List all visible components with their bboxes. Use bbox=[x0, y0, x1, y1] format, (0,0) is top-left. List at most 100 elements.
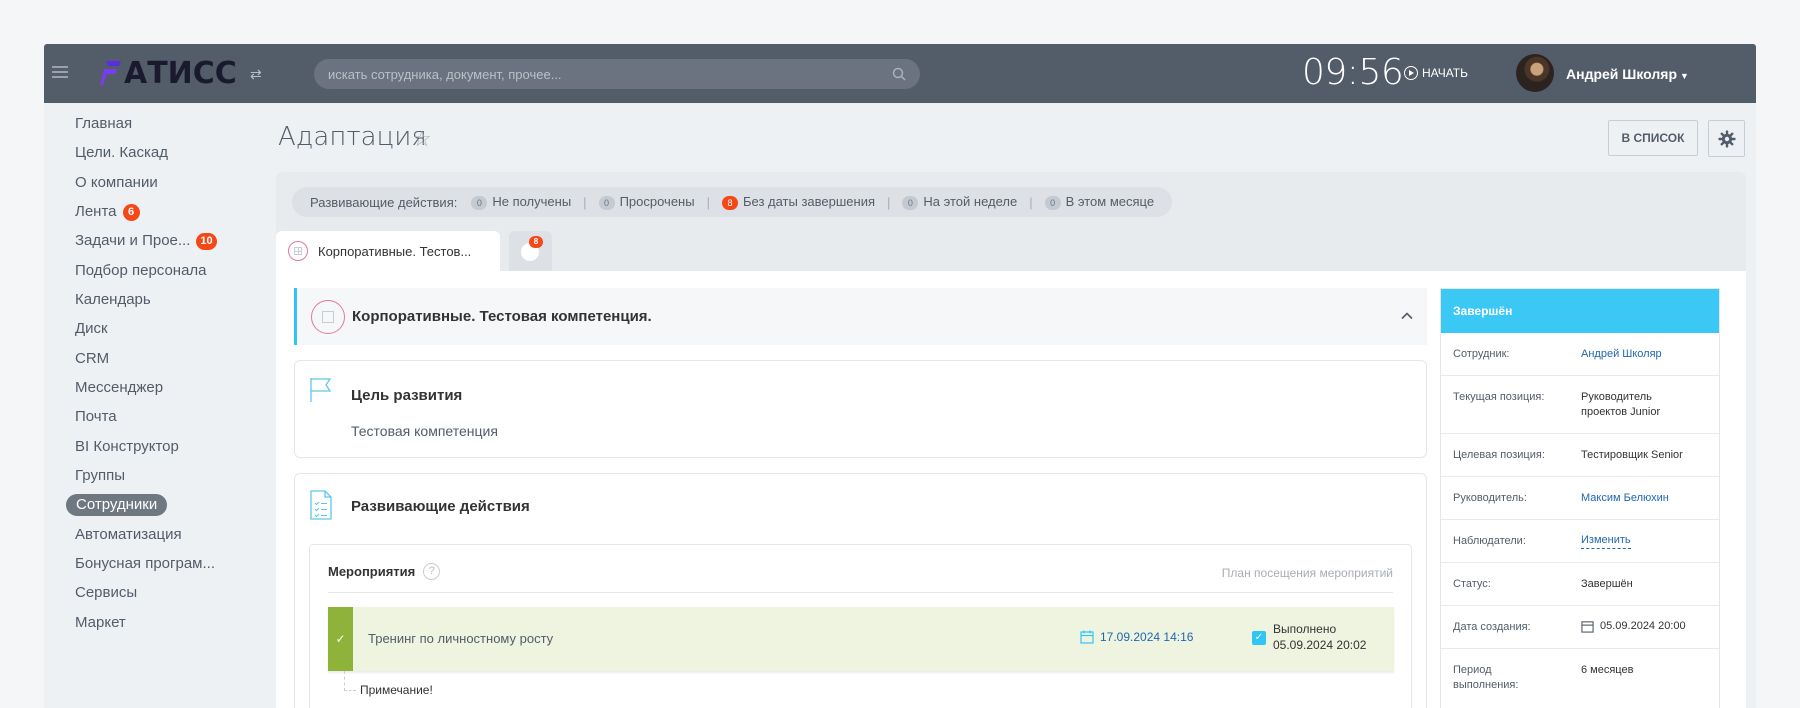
goal-card: Цель развития Тестовая компетенция bbox=[294, 360, 1427, 458]
sidebar-item-label: CRM bbox=[75, 350, 110, 367]
sidebar-item-services[interactable]: Сервисы bbox=[75, 582, 137, 604]
detail-row-period: Период выполнения: 6 месяцев bbox=[1441, 649, 1719, 707]
actions-title: Развивающие действия bbox=[351, 498, 530, 515]
competence-icon bbox=[311, 299, 345, 334]
sidebar-item-goals[interactable]: Цели. Каскад bbox=[75, 142, 168, 164]
sidebar-item-messenger[interactable]: Мессенджер bbox=[75, 377, 163, 399]
sidebar-item-label: Диск bbox=[75, 320, 108, 337]
event-row[interactable]: ✓ Тренинг по личностному росту 17.09.202… bbox=[328, 607, 1394, 671]
filter-not-received[interactable]: 0 Не получены bbox=[471, 194, 571, 210]
sidebar-item-employees[interactable]: Сотрудники bbox=[66, 494, 168, 516]
sidebar-item-label: Подбор персонала bbox=[75, 262, 207, 279]
star-icon[interactable]: ☆ bbox=[412, 126, 432, 152]
detail-label: Текущая позиция: bbox=[1453, 391, 1545, 403]
detail-value-link[interactable]: Андрей Школяр bbox=[1581, 347, 1711, 362]
competence-header[interactable]: Корпоративные. Тестовая компетенция. bbox=[294, 288, 1427, 345]
clock: 09:56 bbox=[1302, 52, 1404, 93]
event-date[interactable]: 17.09.2024 14:16 bbox=[1080, 630, 1193, 644]
search-icon[interactable] bbox=[892, 67, 906, 81]
change-observers-link[interactable]: Изменить bbox=[1581, 533, 1631, 549]
filter-no-due-date[interactable]: 8 Без даты завершения bbox=[721, 194, 876, 210]
tree-connector bbox=[344, 671, 356, 691]
search-input[interactable] bbox=[314, 59, 920, 89]
detail-label: Статус: bbox=[1453, 578, 1491, 590]
user-menu[interactable]: Андрей Школяр ▼ bbox=[1566, 66, 1689, 82]
filter-item-label: В этом месяце bbox=[1065, 194, 1155, 209]
detail-row-status: Статус: Завершён bbox=[1441, 563, 1719, 606]
divider: | bbox=[583, 194, 587, 210]
filter-count: 0 bbox=[471, 196, 488, 210]
sidebar-item-label: Маркет bbox=[75, 614, 126, 631]
sidebar-item-about[interactable]: О компании bbox=[75, 172, 158, 194]
check-icon: ✓ bbox=[328, 607, 353, 671]
filter-count: 0 bbox=[598, 196, 615, 210]
tab-competence[interactable]: Корпоративные. Тестов... bbox=[276, 231, 500, 271]
caret-down-icon: ▼ bbox=[1680, 71, 1689, 81]
detail-value: Тестировщик Senior bbox=[1581, 449, 1683, 461]
detail-row-target-position: Целевая позиция: Тестировщик Senior bbox=[1441, 434, 1719, 477]
sidebar-item-groups[interactable]: Группы bbox=[75, 465, 125, 487]
competence-icon bbox=[288, 241, 308, 261]
logo-mark-icon bbox=[100, 61, 121, 85]
details-panel: Завершён Сотрудник: Андрей Школяр Текуща… bbox=[1440, 288, 1720, 708]
sidebar-item-crm[interactable]: CRM bbox=[75, 348, 109, 370]
settings-button[interactable] bbox=[1708, 120, 1745, 157]
sidebar-item-calendar[interactable]: Календарь bbox=[75, 289, 151, 311]
tab-other[interactable]: 8 bbox=[509, 231, 552, 271]
page-title: Адаптация bbox=[278, 122, 427, 152]
status-line-1: Выполнено bbox=[1273, 622, 1337, 636]
detail-label: Период выполнения: bbox=[1453, 664, 1519, 691]
to-list-button[interactable]: В СПИСОК bbox=[1608, 120, 1698, 156]
filter-label: Развивающие действия: bbox=[310, 194, 458, 210]
filter-this-month[interactable]: 0 В этом месяце bbox=[1044, 194, 1155, 210]
flag-icon bbox=[310, 378, 332, 402]
sidebar-item-home[interactable]: Главная bbox=[75, 113, 132, 135]
help-icon[interactable]: ? bbox=[423, 563, 441, 580]
sidebar: Главная Цели. Каскад О компании Лента 6 З… bbox=[44, 103, 262, 708]
sidebar-item-label: Календарь bbox=[75, 291, 151, 308]
filter-bar: Развивающие действия: 0 Не получены | 0 Пр… bbox=[292, 187, 1173, 217]
chevron-up-icon[interactable] bbox=[1401, 310, 1413, 322]
filter-this-week[interactable]: 0 На этой неделе bbox=[902, 194, 1017, 210]
event-status: ✓ Выполнено 05.09.2024 20:02 bbox=[1252, 621, 1366, 653]
play-icon bbox=[1404, 66, 1418, 80]
sidebar-item-label: О компании bbox=[75, 174, 158, 191]
sidebar-item-mail[interactable]: Почта bbox=[75, 406, 117, 428]
goal-value: Тестовая компетенция bbox=[351, 423, 498, 439]
filter-count: 8 bbox=[721, 196, 738, 210]
sidebar-item-bi[interactable]: BI Конструктор bbox=[75, 436, 179, 458]
sidebar-item-bonus[interactable]: Бонусная програм... bbox=[75, 553, 215, 575]
sidebar-item-tasks[interactable]: Задачи и Прое... 10 bbox=[75, 230, 217, 252]
detail-row-current-position: Текущая позиция: Руководитель проектов J… bbox=[1441, 376, 1719, 434]
status-header: Завершён bbox=[1441, 289, 1719, 333]
sidebar-item-market[interactable]: Маркет bbox=[75, 612, 126, 634]
divider bbox=[328, 592, 1393, 593]
swap-icon[interactable]: ⇄ bbox=[250, 66, 262, 83]
sidebar-item-disk[interactable]: Диск bbox=[75, 318, 108, 340]
sidebar-item-label: BI Конструктор bbox=[75, 438, 179, 455]
start-workday-button[interactable]: НАЧАТЬ bbox=[1404, 66, 1468, 80]
detail-value-date: 05.09.2024 20:00 bbox=[1581, 619, 1711, 634]
sidebar-item-label: Автоматизация bbox=[75, 526, 182, 543]
sidebar-item-automation[interactable]: Автоматизация bbox=[75, 524, 182, 546]
main-content: Корпоративные. Тестовая компетенция. Цел… bbox=[276, 271, 1746, 708]
events-plan-link[interactable]: План посещения мероприятий bbox=[1222, 566, 1393, 580]
logo[interactable]: АТИСС bbox=[100, 56, 237, 91]
user-name: Андрей Школяр bbox=[1566, 66, 1677, 82]
detail-value-link[interactable]: Максим Белюхин bbox=[1581, 491, 1711, 506]
filter-overdue[interactable]: 0 Просрочены bbox=[598, 194, 695, 210]
detail-value: Руководитель проектов Junior bbox=[1581, 391, 1661, 418]
filter-item-label: На этой неделе bbox=[923, 194, 1018, 209]
sidebar-item-recruiting[interactable]: Подбор персонала bbox=[75, 260, 207, 282]
filter-item-label: Без даты завершения bbox=[742, 194, 876, 209]
sidebar-item-feed[interactable]: Лента 6 bbox=[75, 201, 140, 223]
detail-value: Завершён bbox=[1581, 578, 1633, 590]
search-bar[interactable] bbox=[314, 59, 920, 89]
checklist-icon bbox=[310, 490, 332, 520]
gear-icon bbox=[1718, 130, 1735, 147]
completed-checkbox[interactable]: ✓ bbox=[1252, 631, 1266, 645]
detail-row-created: Дата создания: 05.09.2024 20:00 bbox=[1441, 606, 1719, 649]
menu-icon[interactable] bbox=[52, 66, 68, 78]
detail-label: Дата создания: bbox=[1453, 621, 1531, 633]
avatar[interactable] bbox=[1516, 54, 1554, 92]
